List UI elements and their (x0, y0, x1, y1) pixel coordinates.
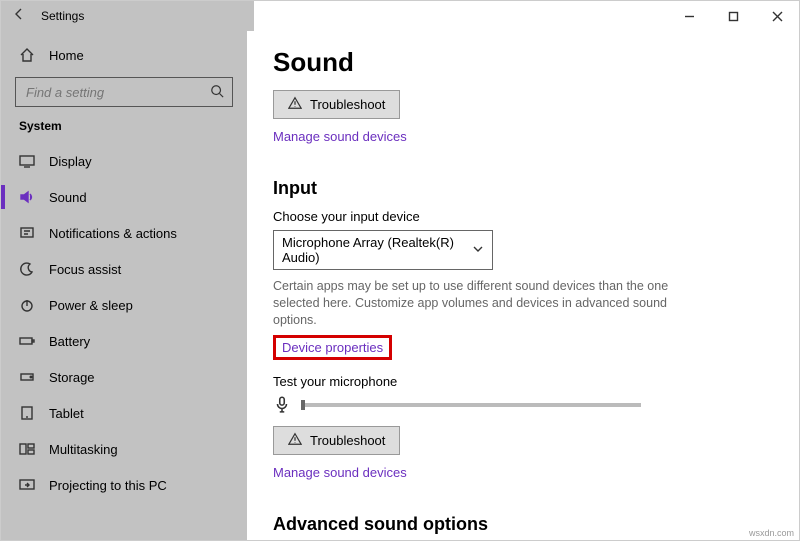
focus-icon (19, 261, 35, 277)
sidebar-item-label: Display (49, 154, 92, 169)
search-box[interactable] (15, 77, 233, 107)
sidebar-item-notifications[interactable]: Notifications & actions (1, 215, 247, 251)
sidebar-item-label: Power & sleep (49, 298, 133, 313)
sidebar-item-power[interactable]: Power & sleep (1, 287, 247, 323)
sidebar-item-storage[interactable]: Storage (1, 359, 247, 395)
sidebar-home-label: Home (49, 48, 84, 63)
troubleshoot-input-button[interactable]: Troubleshoot (273, 426, 400, 455)
battery-icon (19, 333, 35, 349)
power-icon (19, 297, 35, 313)
sound-icon (19, 189, 35, 205)
content-pane: Sound Troubleshoot Manage sound devices … (247, 31, 799, 540)
sidebar-item-tablet[interactable]: Tablet (1, 395, 247, 431)
warning-icon (288, 432, 302, 449)
device-properties-highlight: Device properties (273, 335, 392, 360)
multitasking-icon (19, 441, 35, 457)
sidebar-home[interactable]: Home (1, 39, 247, 71)
home-icon (19, 47, 35, 63)
sidebar-item-label: Sound (49, 190, 87, 205)
sidebar-item-focus-assist[interactable]: Focus assist (1, 251, 247, 287)
sidebar-item-sound[interactable]: Sound (1, 179, 247, 215)
sidebar-item-multitasking[interactable]: Multitasking (1, 431, 247, 467)
mic-level-meter (301, 403, 641, 407)
sidebar-item-label: Notifications & actions (49, 226, 177, 241)
sidebar: Home System Display Sound Notifications (1, 31, 247, 540)
selected-device: Microphone Array (Realtek(R) Audio) (282, 235, 472, 265)
test-mic-label: Test your microphone (273, 374, 773, 389)
minimize-button[interactable] (667, 1, 711, 31)
close-button[interactable] (755, 1, 799, 31)
sidebar-item-label: Tablet (49, 406, 84, 421)
button-label: Troubleshoot (310, 97, 385, 112)
back-button[interactable] (1, 6, 37, 27)
tablet-icon (19, 405, 35, 421)
input-helper-text: Certain apps may be set up to use differ… (273, 278, 703, 329)
manage-input-link[interactable]: Manage sound devices (273, 465, 407, 480)
notifications-icon (19, 225, 35, 241)
input-device-select[interactable]: Microphone Array (Realtek(R) Audio) (273, 230, 493, 270)
sidebar-category: System (1, 119, 247, 143)
sidebar-item-label: Projecting to this PC (49, 478, 167, 493)
input-heading: Input (273, 178, 773, 199)
advanced-heading: Advanced sound options (273, 514, 773, 535)
sidebar-item-battery[interactable]: Battery (1, 323, 247, 359)
sidebar-item-projecting[interactable]: Projecting to this PC (1, 467, 247, 503)
microphone-icon (273, 395, 291, 416)
titlebar: Settings (1, 1, 799, 31)
watermark: wsxdn.com (749, 528, 794, 538)
manage-output-link[interactable]: Manage sound devices (273, 129, 407, 144)
storage-icon (19, 369, 35, 385)
search-icon (210, 84, 224, 101)
warning-icon (288, 96, 302, 113)
sidebar-item-label: Battery (49, 334, 90, 349)
maximize-button[interactable] (711, 1, 755, 31)
search-input[interactable] (24, 84, 194, 101)
display-icon (19, 153, 35, 169)
device-properties-link[interactable]: Device properties (282, 340, 383, 355)
chevron-down-icon (472, 243, 484, 258)
sidebar-item-label: Storage (49, 370, 95, 385)
sidebar-item-display[interactable]: Display (1, 143, 247, 179)
choose-input-label: Choose your input device (273, 209, 773, 224)
projecting-icon (19, 477, 35, 493)
sidebar-item-label: Focus assist (49, 262, 121, 277)
page-heading: Sound (273, 47, 773, 78)
window-title: Settings (37, 9, 84, 23)
troubleshoot-output-button[interactable]: Troubleshoot (273, 90, 400, 119)
sidebar-item-label: Multitasking (49, 442, 118, 457)
button-label: Troubleshoot (310, 433, 385, 448)
